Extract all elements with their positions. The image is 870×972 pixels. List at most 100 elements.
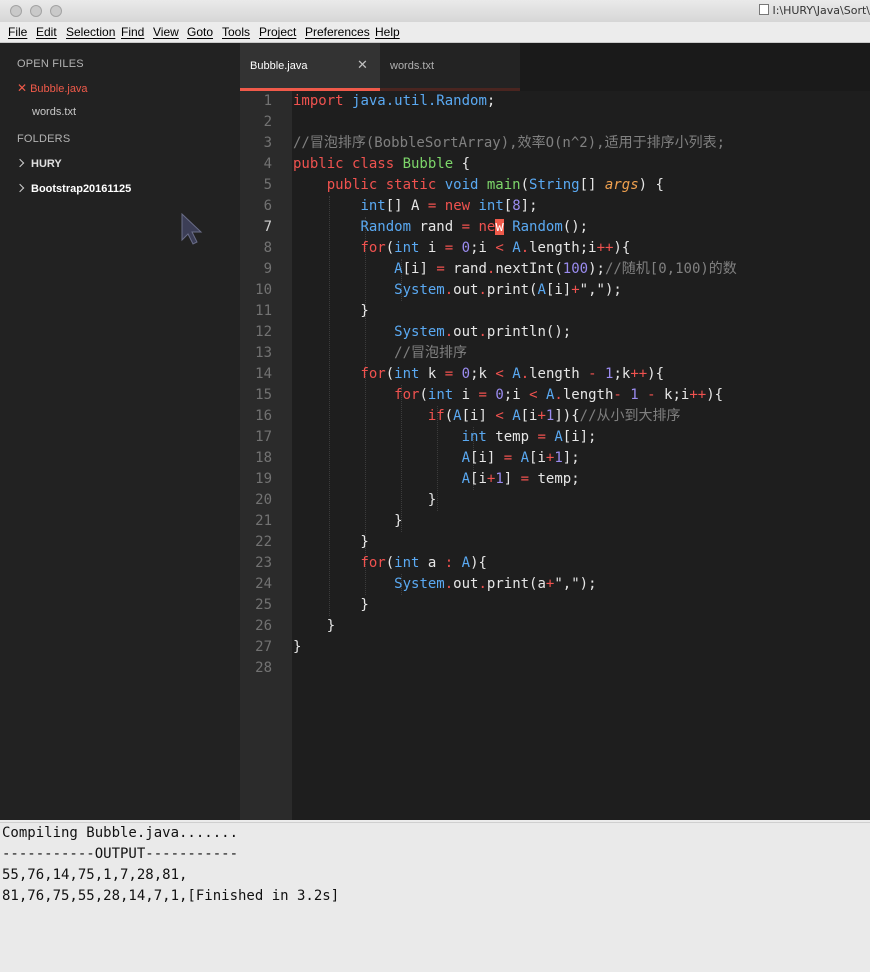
- line-number: 14: [255, 366, 272, 382]
- build-output-panel[interactable]: Compiling Bubble.java....... -----------O…: [0, 822, 870, 972]
- minimize-window-button[interactable]: [30, 5, 42, 17]
- code-token: ++: [630, 366, 648, 382]
- code-token: }: [293, 618, 336, 634]
- code-token: ) {: [638, 177, 664, 193]
- code-line: }: [293, 511, 403, 532]
- chevron-right-icon[interactable]: [15, 183, 25, 193]
- menu-find[interactable]: Find: [121, 25, 144, 39]
- folders-heading: FOLDERS: [17, 133, 71, 145]
- code-token: }: [293, 513, 403, 529]
- code-token: ",": [554, 576, 580, 592]
- code-line: A[i+1] = temp;: [293, 469, 580, 490]
- code-token: ];: [562, 450, 580, 466]
- code-token: =: [436, 261, 445, 277]
- code-token: ++: [689, 387, 707, 403]
- code-token: System: [394, 282, 445, 298]
- code-token: i: [419, 240, 445, 256]
- code-line: import java.util.Random;: [293, 91, 495, 112]
- code-token: public static: [293, 177, 445, 193]
- code-token: temp: [486, 429, 538, 445]
- menu-project[interactable]: Project: [259, 25, 296, 39]
- code-token: }: [293, 534, 369, 550]
- code-token: .: [520, 240, 530, 256]
- code-token: .: [478, 576, 487, 592]
- code-token: (: [419, 387, 428, 403]
- open-file-words-txt[interactable]: words.txt: [32, 106, 76, 118]
- open-file-bubble-java[interactable]: ✕ Bubble.java: [17, 81, 88, 95]
- folder-bootstrap[interactable]: Bootstrap20161125: [15, 183, 131, 195]
- output-line: 81,76,75,55,28,14,7,1,[Finished in 3.2s]: [2, 888, 340, 904]
- window-title: I:\HURY\Java\Sort\: [759, 4, 870, 17]
- code-line: System.out.println();: [293, 322, 571, 343]
- code-token: A: [453, 408, 462, 424]
- code-line: int temp = A[i];: [293, 427, 597, 448]
- chevron-right-icon[interactable]: [15, 158, 25, 168]
- code-token: print(a: [486, 576, 546, 592]
- file-icon: [759, 4, 770, 15]
- code-token: [i: [470, 471, 487, 487]
- code-token: =: [478, 387, 487, 403]
- code-editor[interactable]: import java.util.Random; //冒泡排序(BobbleSor…: [292, 91, 870, 820]
- code-token: .: [478, 282, 487, 298]
- menu-tools[interactable]: Tools: [222, 25, 250, 39]
- menu-selection[interactable]: Selection: [66, 25, 115, 39]
- line-number: 23: [255, 555, 272, 571]
- code-token: for: [360, 555, 386, 571]
- code-token: Random: [512, 219, 563, 235]
- line-number: 17: [255, 429, 272, 445]
- code-token: nextInt(: [495, 261, 563, 277]
- close-window-button[interactable]: [10, 5, 22, 17]
- menu-view[interactable]: View: [153, 25, 179, 39]
- code-token: for: [360, 366, 386, 382]
- code-token: 1: [630, 387, 639, 403]
- code-token: [i]: [545, 282, 572, 298]
- code-token: Bubble: [402, 156, 454, 172]
- code-line: }: [293, 595, 368, 616]
- line-number: 15: [255, 387, 272, 403]
- tab-bubble-java[interactable]: Bubble.java ✕: [240, 43, 380, 91]
- code-token: (: [385, 240, 395, 256]
- code-token: for: [394, 387, 420, 403]
- zoom-window-button[interactable]: [50, 5, 62, 17]
- menu-help[interactable]: Help: [375, 25, 400, 39]
- tab-close-icon[interactable]: ✕: [357, 58, 368, 72]
- code-token: ;i: [503, 387, 530, 403]
- code-token: [] A: [385, 198, 428, 214]
- code-line: }: [293, 301, 369, 322]
- code-token: .: [444, 324, 454, 340]
- line-number: 6: [263, 198, 272, 214]
- code-token: if: [427, 408, 445, 424]
- menu-edit[interactable]: Edit: [36, 25, 57, 39]
- code-token: args: [604, 177, 639, 193]
- code-token: 1: [554, 450, 563, 466]
- menu-preferences[interactable]: Preferences: [305, 25, 370, 39]
- line-number: 26: [255, 618, 272, 634]
- line-number: 9: [263, 261, 272, 277]
- code-line: public class Bubble {: [293, 154, 470, 175]
- menu-goto[interactable]: Goto: [187, 25, 213, 39]
- folder-hury[interactable]: HURY: [15, 158, 62, 170]
- close-icon[interactable]: ✕: [17, 81, 27, 95]
- code-token: ;k: [470, 366, 496, 382]
- code-token: 100: [562, 261, 589, 277]
- code-token: out: [453, 576, 479, 592]
- code-token: int: [461, 429, 487, 445]
- tab-words-txt[interactable]: words.txt: [380, 43, 520, 91]
- code-token: System: [394, 576, 445, 592]
- code-token: temp;: [529, 471, 580, 487]
- code-token: int: [394, 240, 420, 256]
- code-token: //随机[0,100)的数: [604, 261, 737, 277]
- line-number: 1: [263, 93, 272, 109]
- code-token: int: [394, 366, 420, 382]
- code-token: []: [579, 177, 605, 193]
- code-token: ){: [706, 387, 724, 403]
- open-files-heading: OPEN FILES: [17, 58, 84, 70]
- menu-file[interactable]: File: [8, 25, 27, 39]
- code-token: ]){: [554, 408, 580, 424]
- code-token: }: [293, 303, 369, 319]
